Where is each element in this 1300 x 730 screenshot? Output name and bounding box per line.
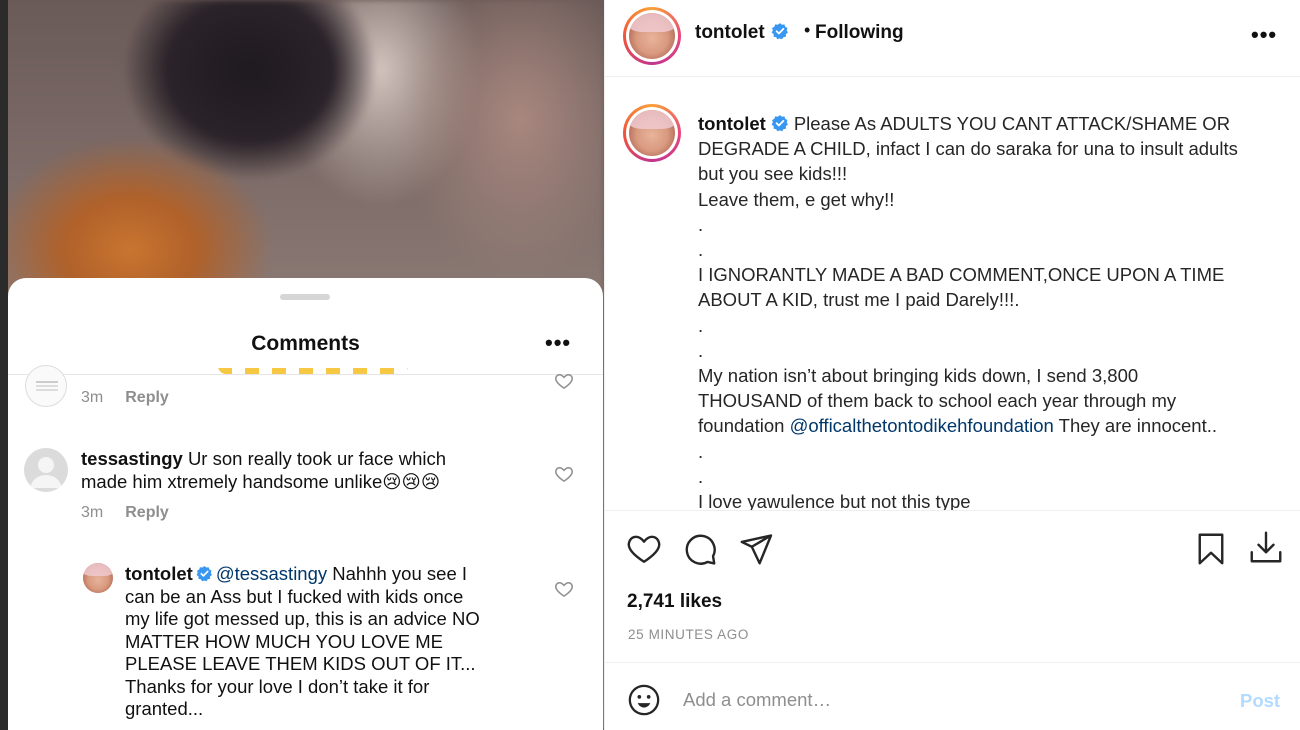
caption-avatar-ring[interactable] [623,104,681,162]
post-actions: 2,741 likes 25 MINUTES AGO [605,510,1300,663]
comment-body: tessastingy Ur son really took ur face w… [81,448,541,493]
comment-meta: 3m Reply [81,504,169,522]
user-avatar-icon [36,381,58,383]
comment-time: 3m [81,389,104,406]
post-caption: tontolet Please As ADULTS YOU CANT ATTACK… [698,111,1278,510]
mention-link[interactable]: @tessastingy [216,563,327,584]
more-options-icon[interactable]: ••• [1251,22,1277,48]
caption-line: THOUSAND of them back to school each yea… [698,390,1177,412]
caption-line: DEGRADE A CHILD, infact I can do saraka … [698,138,1238,160]
heart-icon[interactable] [554,464,574,484]
drag-handle[interactable] [280,294,330,300]
caption-line: I love yawulence but not this type [698,491,971,510]
comment-text: MATTER HOW MUCH YOU LOVE ME [125,630,443,652]
caption-line: but you see kids!!! [698,163,848,185]
reply-button[interactable]: Reply [125,504,169,521]
post-panel: tontolet • Following ••• tontolet Please … [604,0,1300,730]
caption-line: . [698,239,704,261]
caption-username[interactable]: tontolet [698,113,766,134]
comment-time: 3m [81,504,104,521]
more-options-icon[interactable]: ••• [545,330,571,356]
caption-line: . [698,213,704,235]
comment-text: Thanks for your love I don’t take it for [125,675,430,697]
commenter-avatar[interactable] [24,448,68,492]
comment-text: Ur son really took ur face which [187,448,447,469]
emoji-row-partial [218,368,408,376]
likes-count[interactable]: 2,741 likes [627,591,722,613]
reply-body: tontolet @tessastingy Nahhh you see I can… [125,563,545,721]
post-comment-button[interactable]: Post [1240,690,1280,712]
comment-text: PLEASE LEAVE THEM KIDS OUT OF IT... [125,653,476,674]
heart-icon[interactable] [626,531,662,567]
comment-text: can be an Ass but I fucked with kids onc… [125,585,464,607]
following-button[interactable]: Following [815,22,904,44]
foundation-mention-link[interactable]: @officalthetontodikehfoundation [790,415,1054,436]
comment-meta: 3m Reply [81,389,169,407]
emoji-smiley-icon[interactable] [627,683,661,717]
caption-line: ABOUT A KID, trust me I paid Darely!!!. [698,289,1020,311]
comment-text: Nahhh you see I [327,563,468,584]
media-edge [0,0,8,730]
comment-text: granted... [125,698,204,719]
reply-button[interactable]: Reply [125,389,169,406]
add-comment-bar: Post [605,664,1300,730]
heart-icon[interactable] [554,579,574,599]
caption-line: Leave them, e get why!! [698,188,895,210]
caption-line: Please As ADULTS YOU CANT ATTACK/SHAME O… [793,113,1231,134]
comment-username[interactable]: tontolet [125,563,193,584]
post-header: tontolet • Following ••• [605,0,1300,77]
caption-line: I IGNORANTLY MADE A BAD COMMENT,ONCE UPO… [698,264,1225,286]
separator-dot: • [804,20,811,40]
comment-text: made him xtremely handsome unlike😢😢😢 [81,470,441,492]
bookmark-icon[interactable] [1193,531,1229,567]
post-media: Comments ••• 3m Reply tessastingy Ur son … [0,0,604,730]
heart-icon[interactable] [554,371,574,391]
user-avatar-icon [30,457,62,488]
caption-avatar [629,110,675,156]
comment-username[interactable]: tessastingy [81,448,183,469]
caption-line: . [698,314,704,336]
caption-line: My nation isn’t about bringing kids down… [698,365,1139,387]
caption-line: foundation [698,415,785,437]
caption-line: . [698,339,704,361]
post-timestamp: 25 MINUTES AGO [628,627,749,642]
profile-avatar-ring[interactable] [623,7,681,65]
sheet-title: Comments [251,332,360,355]
comments-sheet: Comments ••• 3m Reply tessastingy Ur son … [8,278,603,730]
download-icon[interactable] [1248,529,1284,565]
verified-badge-icon [771,23,788,40]
verified-badge-icon [771,115,788,132]
caption-line: They are innocent.. [1053,415,1218,437]
verified-badge-icon [196,566,212,582]
commenter-avatar[interactable] [83,563,113,593]
comment-text: my life got messed up, this is an advice… [125,608,480,629]
caption-area: tontolet Please As ADULTS YOU CANT ATTACK… [605,78,1300,510]
comment-bubble-icon[interactable] [682,531,718,567]
profile-avatar [629,13,675,59]
commenter-avatar[interactable] [25,365,67,407]
caption-line: . [698,465,704,487]
caption-line: . [698,440,704,462]
comment-input[interactable] [683,684,1203,716]
send-icon[interactable] [738,531,774,567]
post-username[interactable]: tontolet [695,22,792,44]
